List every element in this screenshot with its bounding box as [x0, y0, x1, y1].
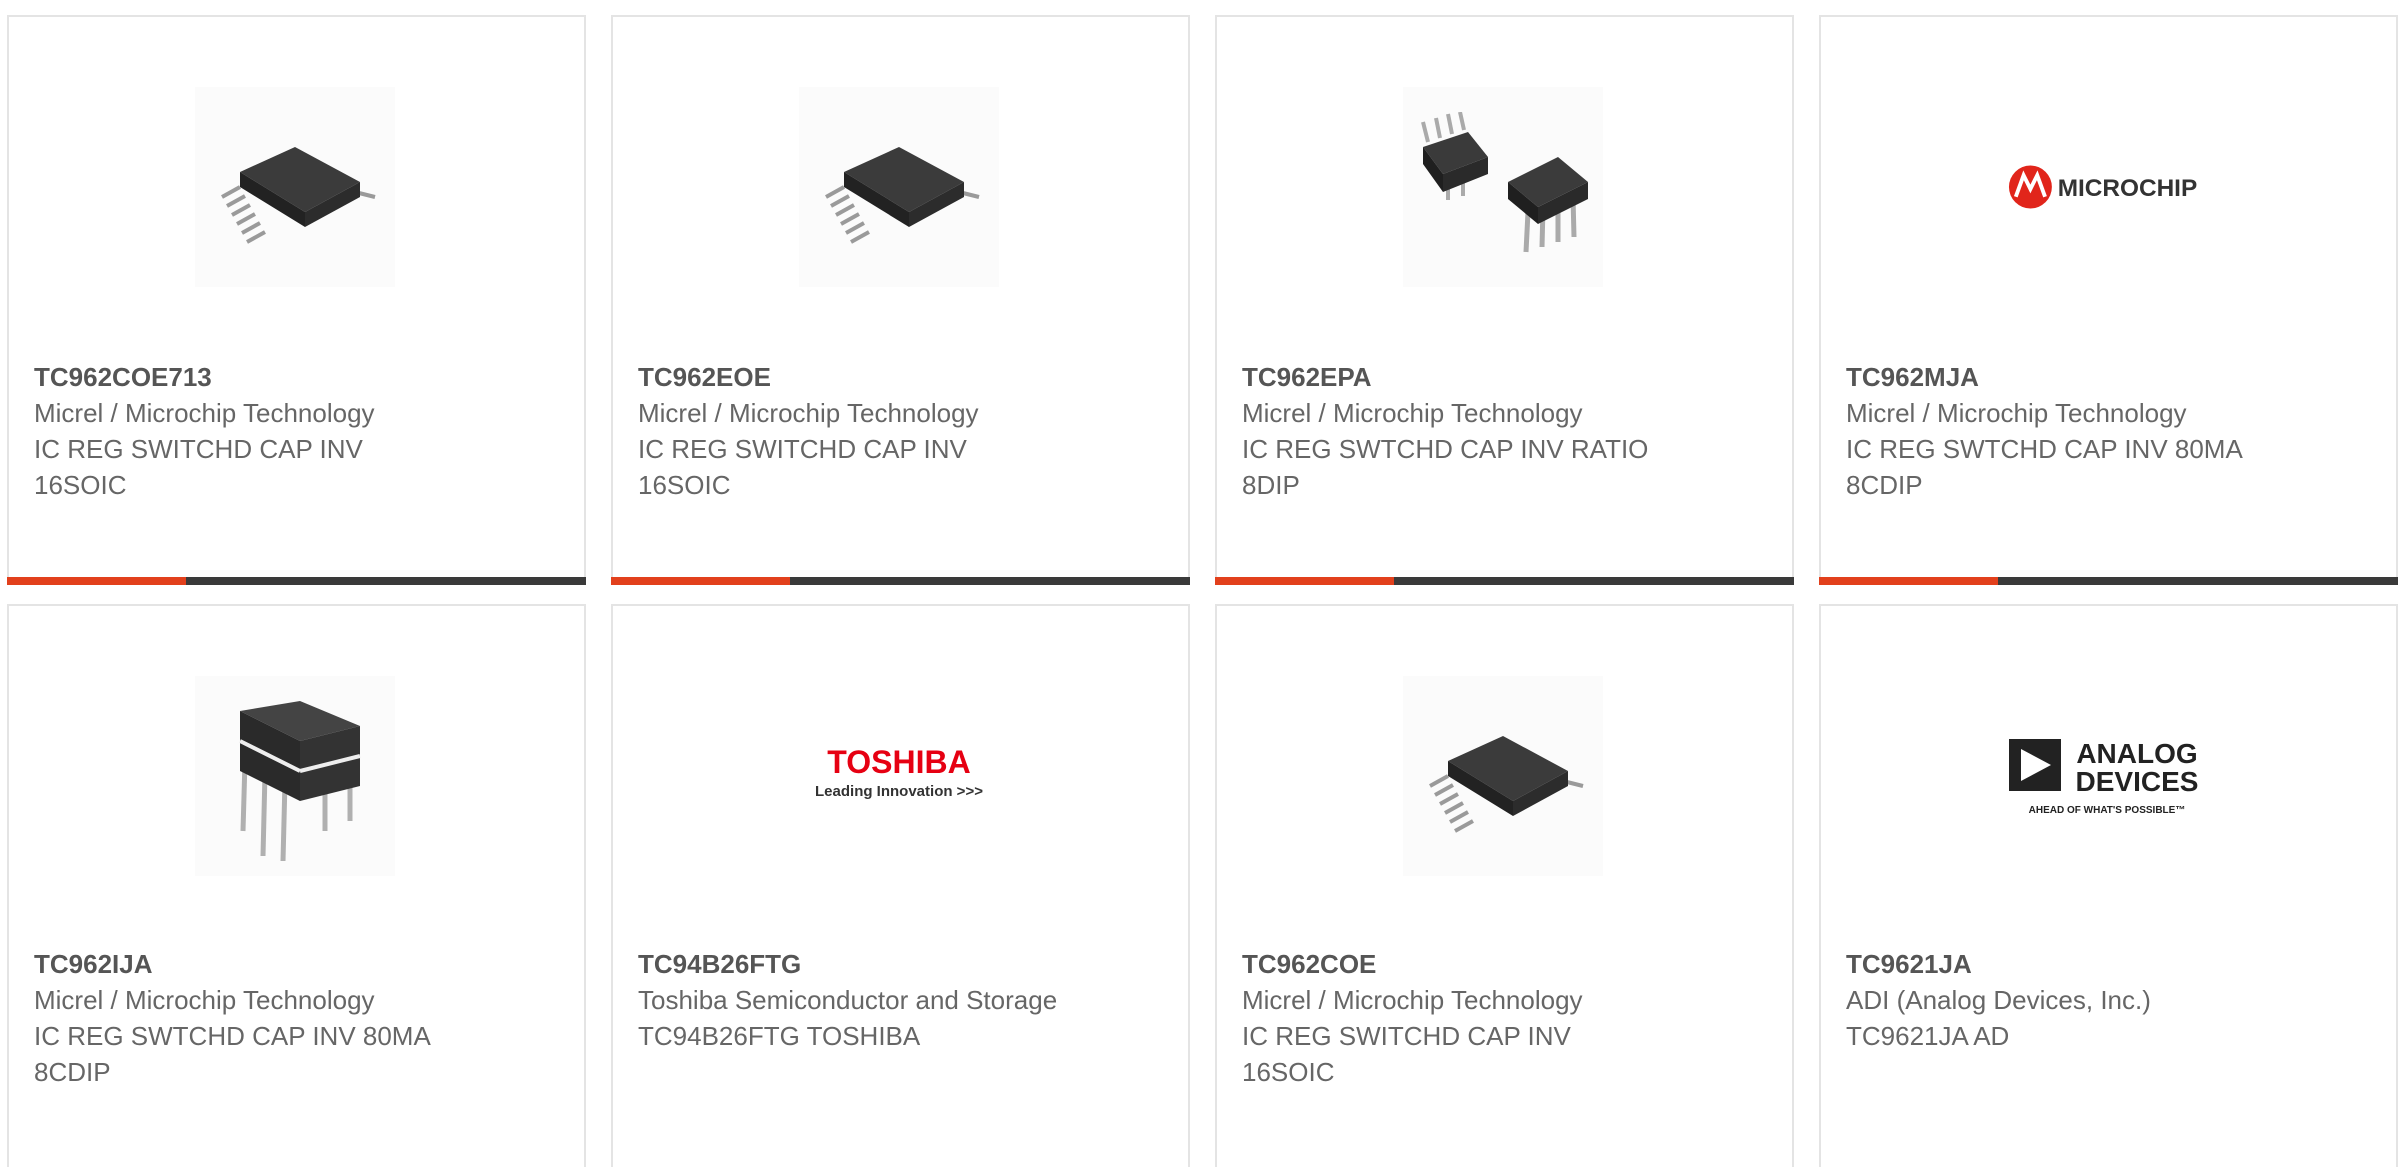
product-card[interactable]: TC962COE713 Micrel / Microchip Technolog… — [7, 15, 586, 585]
product-card[interactable]: ANALOG DEVICES AHEAD OF WHAT'S POSSIBLE™… — [1819, 604, 2398, 1167]
product-image[interactable] — [195, 676, 395, 876]
description: IC REG SWTCHD CAP INV RATIO 8DIP — [1242, 434, 1649, 500]
progress-bar — [7, 577, 586, 585]
analog-logo-tagline: AHEAD OF WHAT'S POSSIBLE™ — [2029, 805, 2186, 816]
microchip-logo-text: MICROCHIP — [2058, 175, 2197, 202]
part-number[interactable]: TC962MJA — [1846, 359, 2366, 395]
product-card[interactable]: TC962COE Micrel / Microchip Technology I… — [1215, 604, 1794, 1167]
description: IC REG SWTCHD CAP INV 80MA 8CDIP — [1846, 434, 2242, 500]
dip-chips-icon — [1421, 112, 1588, 253]
progress-fill — [611, 577, 791, 585]
progress-fill — [1819, 577, 1999, 585]
part-number[interactable]: TC962COE — [1242, 946, 1762, 982]
manufacturer: ADI (Analog Devices, Inc.) — [1846, 985, 2151, 1015]
product-image[interactable] — [799, 87, 999, 287]
product-image[interactable]: MICROCHIP — [2007, 87, 2207, 287]
part-number[interactable]: TC962IJA — [34, 946, 554, 982]
part-number[interactable]: TC962EPA — [1242, 359, 1762, 395]
manufacturer: Micrel / Microchip Technology — [34, 985, 375, 1015]
description: IC REG SWITCHD CAP INV 16SOIC — [1242, 1021, 1571, 1087]
cdip-chip-icon — [239, 701, 361, 862]
part-number[interactable]: TC962EOE — [638, 359, 1158, 395]
progress-bar — [1819, 577, 2398, 585]
product-image[interactable] — [195, 87, 395, 287]
product-card[interactable]: TC962EOE Micrel / Microchip Technology I… — [611, 15, 1190, 585]
product-image[interactable] — [1403, 87, 1603, 287]
description: TC9621JA AD — [1846, 1021, 2010, 1051]
product-image[interactable]: ANALOG DEVICES AHEAD OF WHAT'S POSSIBLE™ — [2007, 676, 2207, 876]
manufacturer: Micrel / Microchip Technology — [1242, 985, 1583, 1015]
manufacturer: Micrel / Microchip Technology — [638, 398, 979, 428]
product-card[interactable]: TC962IJA Micrel / Microchip Technology I… — [7, 604, 586, 1167]
progress-bar — [611, 577, 1190, 585]
description: IC REG SWITCHD CAP INV 16SOIC — [638, 434, 967, 500]
product-card[interactable]: TC962EPA Micrel / Microchip Technology I… — [1215, 15, 1794, 585]
soic-chip-icon — [825, 147, 980, 244]
analog-devices-logo: ANALOG DEVICES AHEAD OF WHAT'S POSSIBLE™ — [2009, 738, 2199, 816]
product-card[interactable]: MICROCHIP TC962MJA Micrel / Microchip Te… — [1819, 15, 2398, 585]
description: IC REG SWITCHD CAP INV 16SOIC — [34, 434, 363, 500]
analog-logo-line2: DEVICES — [2076, 766, 2199, 797]
part-number[interactable]: TC962COE713 — [34, 359, 554, 395]
progress-bar — [1215, 577, 1794, 585]
part-number[interactable]: TC9621JA — [1846, 946, 2366, 982]
toshiba-logo: TOSHIBA Leading Innovation >>> — [815, 744, 983, 800]
soic-chip-icon — [221, 147, 376, 244]
manufacturer: Micrel / Microchip Technology — [34, 398, 375, 428]
toshiba-logo-text: TOSHIBA — [827, 744, 970, 780]
description: TC94B26FTG TOSHIBA — [638, 1021, 921, 1051]
part-number[interactable]: TC94B26FTG — [638, 946, 1158, 982]
analog-logo-line1: ANALOG — [2076, 738, 2197, 769]
product-card[interactable]: TOSHIBA Leading Innovation >>> TC94B26FT… — [611, 604, 1190, 1167]
product-image[interactable]: TOSHIBA Leading Innovation >>> — [799, 676, 999, 876]
progress-fill — [1215, 577, 1395, 585]
soic-chip-icon — [1429, 736, 1584, 833]
description: IC REG SWTCHD CAP INV 80MA 8CDIP — [34, 1021, 430, 1087]
product-image[interactable] — [1403, 676, 1603, 876]
manufacturer: Micrel / Microchip Technology — [1242, 398, 1583, 428]
progress-fill — [7, 577, 187, 585]
manufacturer: Micrel / Microchip Technology — [1846, 398, 2187, 428]
toshiba-tagline: Leading Innovation >>> — [815, 783, 983, 800]
product-grid: TC962COE713 Micrel / Microchip Technolog… — [0, 0, 2400, 1167]
manufacturer: Toshiba Semiconductor and Storage — [638, 985, 1058, 1015]
microchip-logo: MICROCHIP — [2008, 165, 2197, 209]
